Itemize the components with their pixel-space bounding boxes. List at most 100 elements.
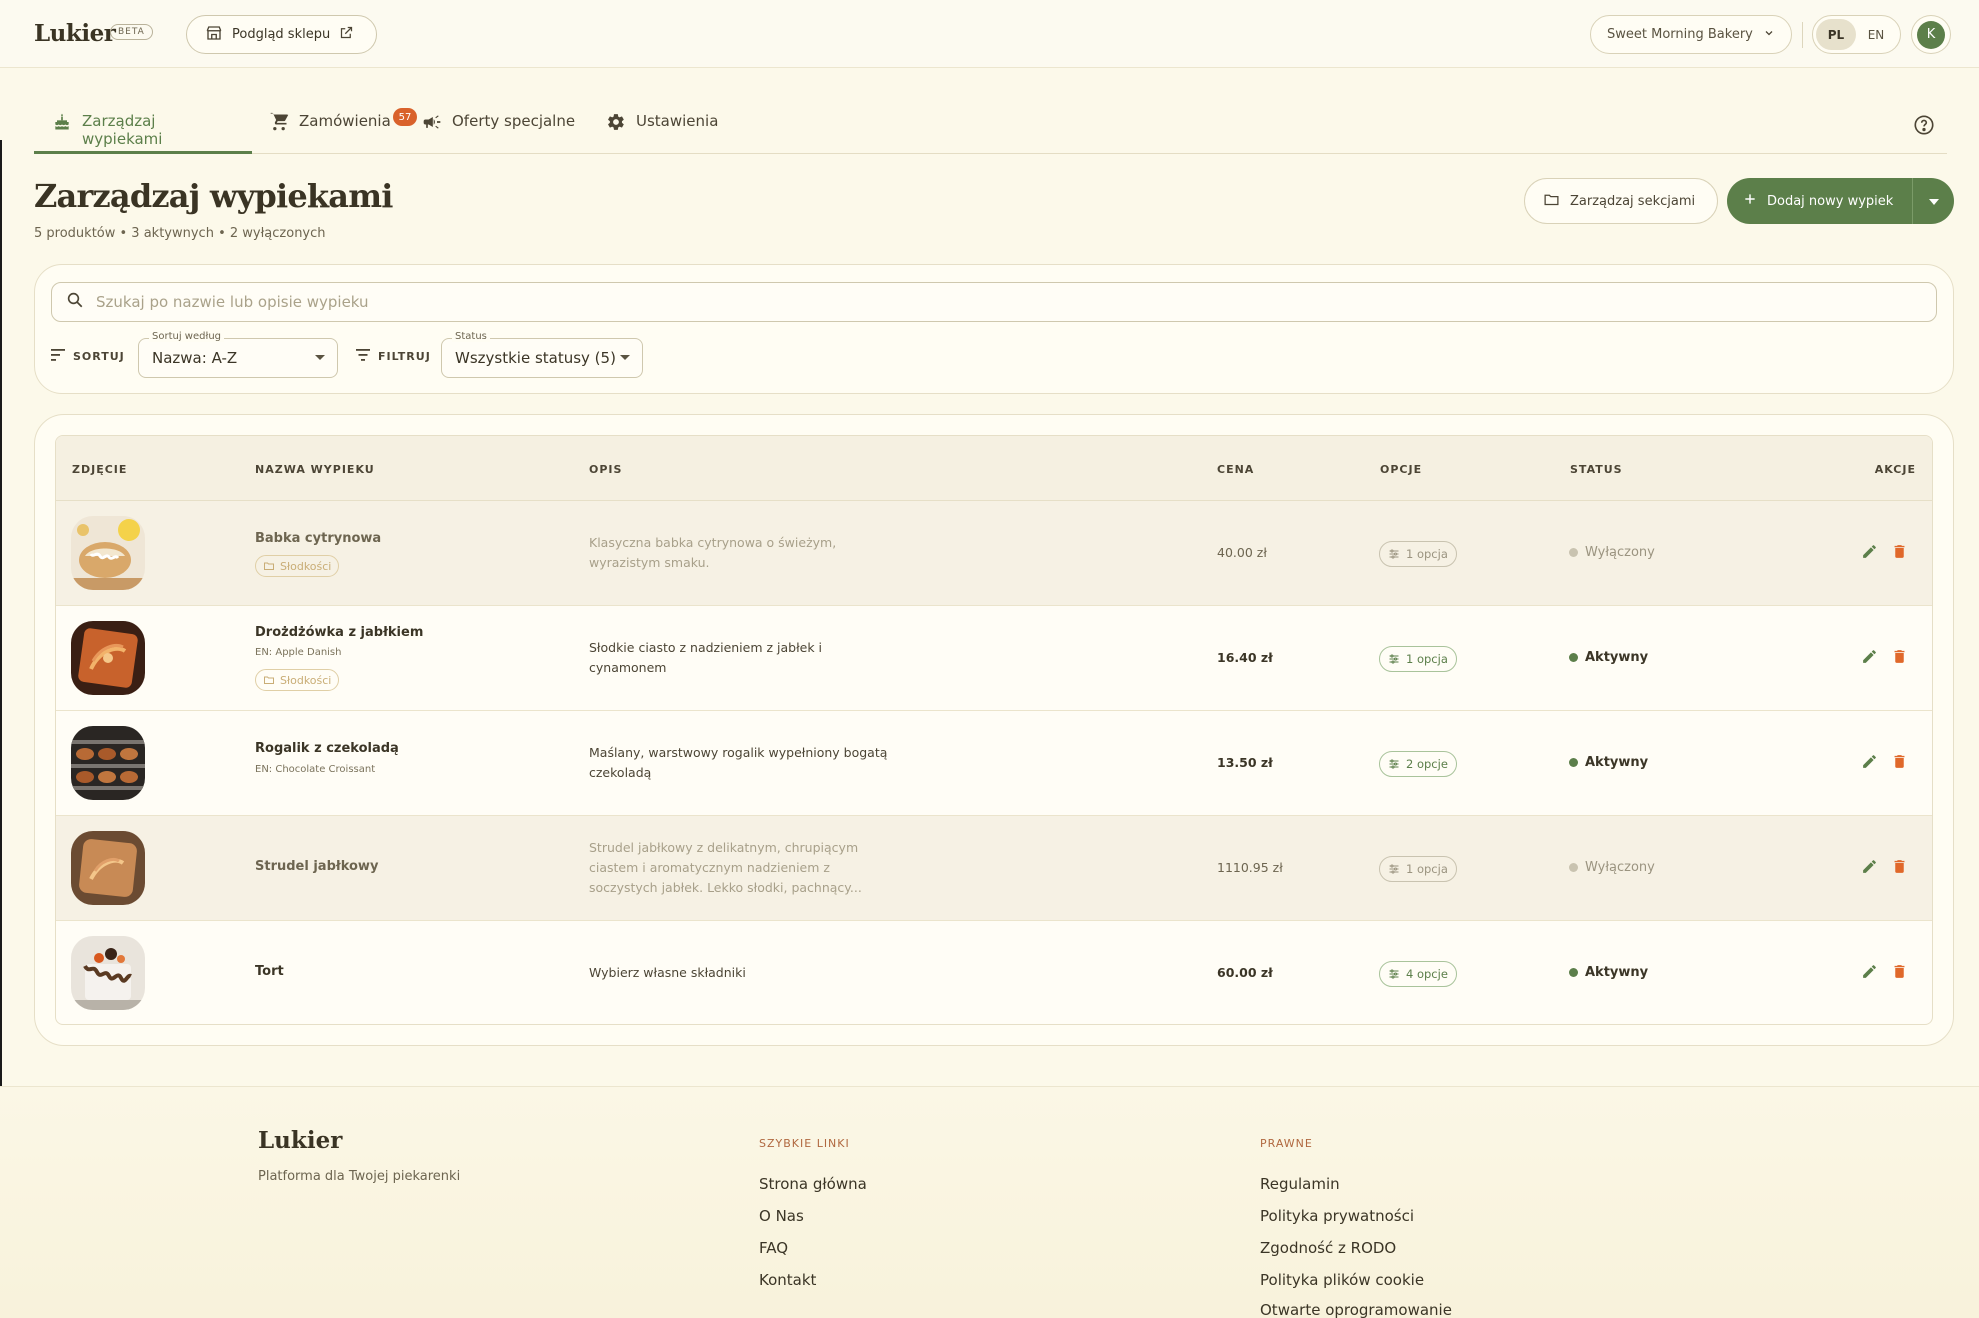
delete-icon[interactable] bbox=[1891, 648, 1908, 669]
status-dot bbox=[1569, 863, 1578, 872]
footer-link-cookies[interactable]: Polityka plików cookie bbox=[1260, 1271, 1424, 1289]
sort-select[interactable]: Sortuj według Nazwa: A-Z bbox=[138, 331, 338, 378]
brand-logo[interactable]: Lukier bbox=[34, 20, 116, 47]
table-row: Babka cytrynowa Słodkości Klasyczna babk… bbox=[56, 501, 1932, 606]
product-photo[interactable] bbox=[71, 831, 145, 905]
col-name[interactable]: NAZWA WYPIEKU bbox=[255, 463, 375, 476]
footer-link-contact[interactable]: Kontakt bbox=[759, 1271, 816, 1289]
manage-sections-button[interactable]: Zarządzaj sekcjami bbox=[1524, 178, 1718, 224]
main-tabs: Zarządzaj wypiekami Zamówienia 57 Oferty… bbox=[34, 100, 1947, 154]
tab-orders[interactable]: Zamówienia 57 bbox=[269, 108, 417, 154]
footer-link-home[interactable]: Strona główna bbox=[759, 1175, 867, 1193]
status-select[interactable]: Status Wszystkie statusy (5) bbox=[441, 331, 643, 378]
tune-icon bbox=[1389, 759, 1399, 769]
footer-link-faq[interactable]: FAQ bbox=[759, 1239, 788, 1257]
tune-icon bbox=[1389, 969, 1399, 979]
footer-link-privacy[interactable]: Polityka prywatności bbox=[1260, 1207, 1414, 1225]
description-line: czekoladą bbox=[589, 765, 652, 780]
description-line: Strudel jabłkowy z delikatnym, chrupiący… bbox=[589, 840, 859, 855]
options-count: 4 opcje bbox=[1406, 967, 1448, 981]
description-line: wyrazistym smaku. bbox=[589, 555, 710, 570]
table-row: Drożdżówka z jabłkiem EN: Apple Danish S… bbox=[56, 606, 1932, 711]
lang-en-button[interactable]: EN bbox=[1856, 19, 1896, 50]
filter-icon bbox=[356, 349, 370, 364]
megaphone-icon bbox=[422, 112, 442, 132]
col-price[interactable]: CENA bbox=[1217, 463, 1254, 476]
footer-link-terms[interactable]: Regulamin bbox=[1260, 1175, 1340, 1193]
table-header: ZDJĘCIE NAZWA WYPIEKU OPIS CENA OPCJE ST… bbox=[56, 436, 1932, 501]
description-line: soczystych jabłek. Lekko słodki, pachnąc… bbox=[589, 880, 862, 895]
caret-down-icon bbox=[315, 355, 325, 360]
footer-link-open-source[interactable]: Otwarte oprogramowanie bbox=[1260, 1301, 1452, 1318]
edit-icon[interactable] bbox=[1861, 753, 1878, 774]
delete-icon[interactable] bbox=[1891, 963, 1908, 984]
product-photo[interactable] bbox=[71, 621, 145, 695]
edit-icon[interactable] bbox=[1861, 858, 1878, 879]
options-chip[interactable]: 2 opcje bbox=[1379, 751, 1457, 777]
bakery-name: Sweet Morning Bakery bbox=[1607, 27, 1753, 42]
sort-icon bbox=[51, 349, 65, 364]
footer-link-about[interactable]: O Nas bbox=[759, 1207, 804, 1225]
lang-pl-button[interactable]: PL bbox=[1816, 19, 1856, 50]
add-bake-button[interactable]: Dodaj nowy wypiek bbox=[1727, 178, 1913, 224]
table-row: Strudel jabłkowy Strudel jabłkowy z deli… bbox=[56, 816, 1932, 921]
manage-sections-label: Zarządzaj sekcjami bbox=[1570, 193, 1696, 209]
product-photo[interactable] bbox=[71, 936, 145, 1010]
category-chip: Słodkości bbox=[255, 555, 340, 577]
status-label: Aktywny bbox=[1585, 650, 1649, 665]
edit-icon[interactable] bbox=[1861, 543, 1878, 564]
product-price: 40.00 zł bbox=[1217, 545, 1267, 560]
tab-manage-bakes[interactable]: Zarządzaj wypiekami bbox=[34, 112, 252, 154]
description-line: Wybierz własne składniki bbox=[589, 965, 746, 980]
sort-label: SORTUJ bbox=[51, 349, 125, 364]
help-icon[interactable] bbox=[1913, 114, 1935, 136]
delete-icon[interactable] bbox=[1891, 858, 1908, 879]
options-chip[interactable]: 1 opcja bbox=[1379, 646, 1457, 672]
col-status[interactable]: STATUS bbox=[1570, 463, 1623, 476]
product-photo[interactable] bbox=[71, 516, 145, 590]
footer-link-gdpr[interactable]: Zgodność z RODO bbox=[1260, 1239, 1396, 1257]
product-name: Tort bbox=[255, 964, 284, 979]
row-actions bbox=[1861, 963, 1908, 984]
beta-badge: BETA bbox=[110, 24, 153, 40]
folder-icon bbox=[1543, 191, 1560, 212]
status-indicator: Aktywny bbox=[1569, 965, 1648, 980]
description-line: cynamonem bbox=[589, 660, 667, 675]
bakery-selector[interactable]: Sweet Morning Bakery bbox=[1590, 15, 1792, 54]
search-input[interactable] bbox=[96, 293, 1896, 311]
user-menu-button[interactable]: K bbox=[1911, 15, 1951, 54]
row-actions bbox=[1861, 543, 1908, 564]
options-chip[interactable]: 1 opcja bbox=[1379, 541, 1457, 567]
product-summary: 5 produktów • 3 aktywnych • 2 wyłączonyc… bbox=[34, 226, 326, 241]
plus-icon bbox=[1743, 192, 1757, 210]
caret-down-icon bbox=[1928, 194, 1939, 209]
add-bake-label: Dodaj nowy wypiek bbox=[1767, 193, 1894, 209]
quick-links-heading: SZYBKIE LINKI bbox=[759, 1137, 850, 1150]
tab-special-offers[interactable]: Oferty specjalne bbox=[422, 112, 582, 154]
external-link-icon bbox=[339, 25, 354, 44]
description-line: Klasyczna babka cytrynowa o świeżym, bbox=[589, 535, 837, 550]
product-description: Maślany, warstwowy rogalik wypełniony bo… bbox=[589, 743, 934, 783]
caret-down-icon bbox=[620, 355, 630, 360]
status-dot bbox=[1569, 548, 1578, 557]
add-bake-split-button: Dodaj nowy wypiek bbox=[1727, 178, 1954, 224]
options-chip[interactable]: 1 opcja bbox=[1379, 856, 1457, 882]
tab-settings[interactable]: Ustawienia bbox=[606, 112, 731, 154]
product-price: 16.40 zł bbox=[1217, 650, 1273, 665]
edit-icon[interactable] bbox=[1861, 648, 1878, 669]
delete-icon[interactable] bbox=[1891, 753, 1908, 774]
add-bake-menu-toggle[interactable] bbox=[1913, 194, 1954, 209]
edit-icon[interactable] bbox=[1861, 963, 1878, 984]
product-price: 1110.95 zł bbox=[1217, 860, 1283, 875]
store-preview-label: Podgląd sklepu bbox=[232, 27, 331, 42]
store-preview-button[interactable]: Podgląd sklepu bbox=[186, 15, 377, 54]
store-icon bbox=[205, 24, 223, 46]
product-price: 13.50 zł bbox=[1217, 755, 1273, 770]
footer: Lukier Platforma dla Twojej piekarenki S… bbox=[0, 1086, 1979, 1318]
row-actions bbox=[1861, 753, 1908, 774]
product-photo[interactable] bbox=[71, 726, 145, 800]
tab-label: Zamówienia bbox=[299, 112, 391, 130]
delete-icon[interactable] bbox=[1891, 543, 1908, 564]
options-chip[interactable]: 4 opcje bbox=[1379, 961, 1457, 987]
search-icon bbox=[66, 291, 84, 313]
